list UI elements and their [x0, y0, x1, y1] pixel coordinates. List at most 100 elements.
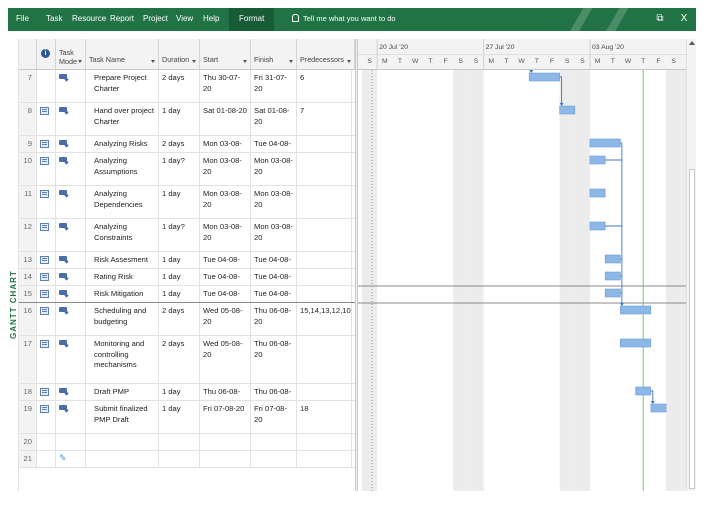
indicator-cell[interactable]: [37, 401, 56, 433]
table-row[interactable]: 17 Monitoring and controlling mechanisms 2…: [19, 336, 355, 384]
tab-file[interactable]: File: [16, 8, 29, 31]
start-cell[interactable]: Mon 03-08-20: [200, 136, 251, 152]
finish-cell[interactable]: Tue 04-08-20: [251, 136, 297, 152]
header-task-mode[interactable]: Task Mode: [56, 39, 86, 69]
task-name-cell[interactable]: Draft PMP: [86, 384, 159, 400]
header-finish[interactable]: Finish: [251, 39, 297, 69]
indicator-cell[interactable]: [37, 451, 56, 467]
table-row[interactable]: 7 Prepare Project Charter 2 days Thu 30-07-…: [19, 70, 355, 103]
task-name-cell[interactable]: Hand over project Charter: [86, 103, 159, 135]
predecessors-cell[interactable]: [297, 269, 352, 285]
finish-cell[interactable]: Thu 06-08-20: [251, 303, 297, 335]
chevron-down-icon[interactable]: [347, 60, 351, 63]
table-row[interactable]: 20: [19, 434, 355, 451]
finish-cell[interactable]: Fri 31-07-20: [251, 70, 297, 102]
start-cell[interactable]: Tue 04-08-20: [200, 286, 251, 302]
table-row[interactable]: 11 Analyzing Dependencies 1 day Mon 03-08-2…: [19, 186, 355, 219]
duration-cell[interactable]: 2 days: [159, 303, 200, 335]
tell-me-box[interactable]: Tell me what you want to do: [292, 8, 396, 31]
predecessors-cell[interactable]: [297, 434, 352, 450]
notes-icon[interactable]: [40, 388, 49, 396]
row-id[interactable]: 18: [19, 384, 37, 400]
chevron-down-icon[interactable]: [243, 60, 247, 63]
task-mode-cell[interactable]: [56, 153, 86, 185]
duration-cell[interactable]: 2 days: [159, 70, 200, 102]
start-cell[interactable]: Sat 01-08-20: [200, 103, 251, 135]
close-button[interactable]: X: [676, 8, 692, 31]
tab-resource[interactable]: Resource: [72, 8, 106, 31]
task-mode-cell[interactable]: [56, 401, 86, 433]
task-bar[interactable]: [589, 138, 621, 148]
task-name-cell[interactable]: Scheduling and budgeting: [86, 303, 159, 335]
predecessors-cell[interactable]: [297, 219, 352, 251]
task-bar[interactable]: [620, 338, 652, 348]
indicator-cell[interactable]: [37, 252, 56, 268]
tab-report[interactable]: Report: [110, 8, 134, 31]
task-mode-cell[interactable]: [56, 384, 86, 400]
start-cell[interactable]: Thu 30-07-20: [200, 70, 251, 102]
task-mode-cell[interactable]: [56, 286, 86, 302]
notes-icon[interactable]: [40, 256, 49, 264]
notes-icon[interactable]: [40, 340, 49, 348]
finish-cell[interactable]: [251, 451, 297, 467]
duration-cell[interactable]: 1 day: [159, 186, 200, 218]
chevron-down-icon[interactable]: [192, 60, 196, 63]
task-bar[interactable]: [635, 386, 652, 396]
predecessors-cell[interactable]: [297, 384, 352, 400]
task-mode-cell[interactable]: [56, 303, 86, 335]
task-name-cell[interactable]: Analyzing Assumptions: [86, 153, 159, 185]
notes-icon[interactable]: [40, 190, 49, 198]
row-id[interactable]: 15: [19, 286, 37, 302]
finish-cell[interactable]: Thu 06-08-20: [251, 384, 297, 400]
task-name-cell[interactable]: Analyzing Risks: [86, 136, 159, 152]
row-id[interactable]: 10: [19, 153, 37, 185]
start-cell[interactable]: Tue 04-08-20: [200, 252, 251, 268]
table-row[interactable]: 16 Scheduling and budgeting 2 days Wed 05-0…: [19, 303, 355, 336]
start-cell[interactable]: Fri 07-08-20: [200, 401, 251, 433]
duration-cell[interactable]: 2 days: [159, 336, 200, 383]
finish-cell[interactable]: Sat 01-08-20: [251, 103, 297, 135]
predecessors-cell[interactable]: [297, 136, 352, 152]
start-cell[interactable]: Tue 04-08-20: [200, 269, 251, 285]
predecessors-cell[interactable]: [297, 252, 352, 268]
task-mode-cell[interactable]: [56, 434, 86, 450]
task-bar[interactable]: [604, 271, 621, 281]
task-bar[interactable]: [650, 403, 667, 413]
table-row[interactable]: 12 Analyzing Constraints 1 day? Mon 03-08-2…: [19, 219, 355, 252]
task-name-cell[interactable]: Risk Assesment: [86, 252, 159, 268]
task-mode-cell[interactable]: [56, 70, 86, 102]
row-id[interactable]: 19: [19, 401, 37, 433]
table-row[interactable]: 21 ✎: [19, 451, 355, 468]
indicator-cell[interactable]: [37, 286, 56, 302]
table-row[interactable]: 14 Rating Risk 1 day Tue 04-08-20 Tue 04-08-…: [19, 269, 355, 286]
row-id[interactable]: 16: [19, 303, 37, 335]
duration-cell[interactable]: 1 day: [159, 384, 200, 400]
start-cell[interactable]: Wed 05-08-20: [200, 303, 251, 335]
notes-icon[interactable]: [40, 405, 49, 413]
task-bar[interactable]: [604, 288, 621, 298]
indicator-cell[interactable]: [37, 434, 56, 450]
task-bar[interactable]: [620, 305, 652, 315]
notes-icon[interactable]: [40, 140, 49, 148]
chevron-down-icon[interactable]: [151, 60, 155, 63]
notes-icon[interactable]: [40, 290, 49, 298]
predecessors-cell[interactable]: 18: [297, 401, 352, 433]
table-row[interactable]: 9 Analyzing Risks 2 days Mon 03-08-20 Tue 04…: [19, 136, 355, 153]
row-id[interactable]: 17: [19, 336, 37, 383]
task-bar[interactable]: [604, 254, 621, 264]
task-mode-cell[interactable]: [56, 136, 86, 152]
duration-cell[interactable]: 1 day: [159, 286, 200, 302]
tab-format[interactable]: Format: [229, 8, 275, 31]
predecessors-cell[interactable]: [297, 286, 352, 302]
task-mode-cell[interactable]: ✎: [56, 451, 86, 467]
duration-cell[interactable]: 1 day: [159, 252, 200, 268]
task-name-cell[interactable]: Prepare Project Charter: [86, 70, 159, 102]
predecessors-cell[interactable]: [297, 451, 352, 467]
task-name-cell[interactable]: Monitoring and controlling mechanisms: [86, 336, 159, 383]
table-row[interactable]: 13 Risk Assesment 1 day Tue 04-08-20 Tue 04-…: [19, 252, 355, 269]
row-id[interactable]: 20: [19, 434, 37, 450]
indicator-cell[interactable]: [37, 384, 56, 400]
tab-view[interactable]: View: [176, 8, 193, 31]
row-id[interactable]: 7: [19, 70, 37, 102]
predecessors-cell[interactable]: [297, 186, 352, 218]
